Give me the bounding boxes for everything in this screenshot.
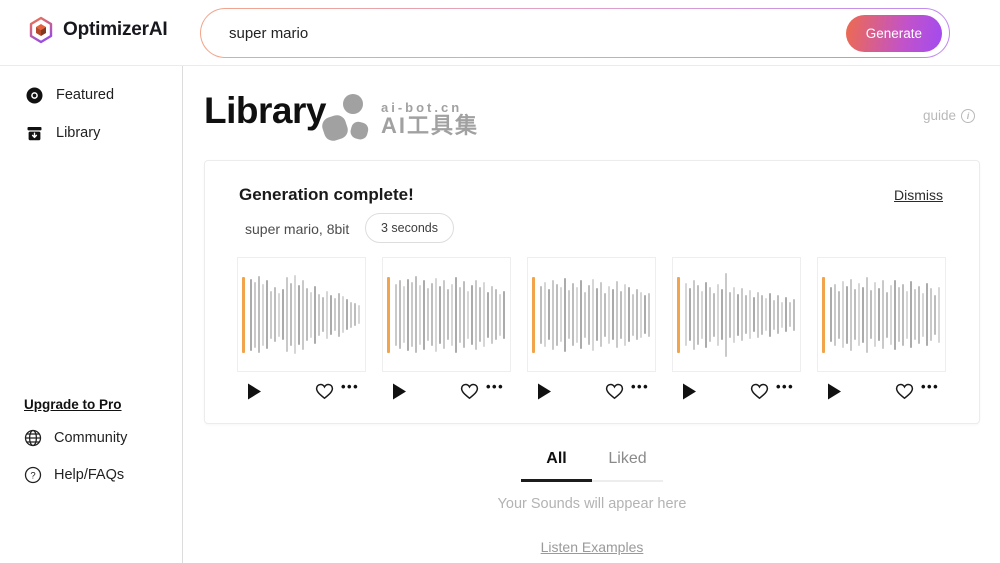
heart-icon[interactable] [315,383,334,400]
generate-button[interactable]: Generate [846,15,942,52]
more-button[interactable]: ••• [631,379,649,394]
prompt-input[interactable] [201,25,949,42]
track: ••• [237,257,366,408]
track-controls: ••• [237,378,366,408]
waveform-tile[interactable] [237,257,366,372]
disc-icon [26,87,43,104]
track: ••• [817,257,946,408]
upgrade-to-pro-link[interactable]: Upgrade to Pro [24,397,183,412]
sidebar-item-label: Featured [56,87,114,103]
sidebar-item-label: Community [54,430,127,446]
brand-name: OptimizerAI [63,19,167,41]
watermark: ai-bot.cn AI工具集 [319,94,479,144]
track: ••• [527,257,656,408]
tab-liked[interactable]: Liked [592,440,663,480]
sidebar-footer: Upgrade to Pro Community ? Help/FAQs [0,397,183,486]
track: ••• [672,257,801,408]
waveform-bars [395,258,506,371]
waveform-tile[interactable] [817,257,946,372]
generation-prompt: super mario, 8bit [245,221,349,237]
top-header: OptimizerAI Generate [0,0,1000,66]
library-section: All Liked Your Sounds will appear here L… [184,440,1000,557]
playhead [387,277,390,353]
play-button[interactable] [682,383,697,400]
watermark-title: AI工具集 [381,114,479,137]
more-button[interactable]: ••• [341,379,359,394]
svg-text:?: ? [30,471,35,482]
waveform-tile[interactable] [672,257,801,372]
play-button[interactable] [247,383,262,400]
hexagon-logo-icon [28,16,54,44]
guide-label: guide [923,108,956,123]
track-controls: ••• [817,378,946,408]
guide-link[interactable]: guide i [923,108,975,123]
playhead [532,277,535,353]
globe-icon [24,429,42,447]
tracks-row: ••• ••• [237,257,946,408]
generation-card: Generation complete! Dismiss super mario… [204,160,980,424]
track-controls: ••• [527,378,656,408]
page-title: Library [204,90,326,132]
sidebar-item-community[interactable]: Community [0,427,183,449]
playhead [677,277,680,353]
more-button[interactable]: ••• [921,379,939,394]
playhead [242,277,245,353]
heart-icon[interactable] [750,383,769,400]
more-button[interactable]: ••• [486,379,504,394]
playhead [822,277,825,353]
listen-examples-link[interactable]: Listen Examples [541,539,644,555]
play-button[interactable] [827,383,842,400]
heart-icon[interactable] [460,383,479,400]
track: ••• [382,257,511,408]
waveform-bars [685,258,796,371]
empty-state-message: Your Sounds will appear here [184,496,1000,512]
sidebar-item-help[interactable]: ? Help/FAQs [0,464,183,486]
sidebar-item-featured[interactable]: Featured [0,85,182,105]
watermark-domain: ai-bot.cn [381,101,479,115]
play-button[interactable] [392,383,407,400]
duration-badge: 3 seconds [365,213,454,243]
waveform-bars [250,258,361,371]
waveform-tile[interactable] [382,257,511,372]
main-content: Library ai-bot.cn AI工具集 guide i Generati… [184,66,1000,563]
watermark-logo-icon [319,94,371,144]
generation-card-title: Generation complete! [239,185,414,205]
sidebar-item-library[interactable]: Library [0,123,182,143]
waveform-bars [830,258,941,371]
archive-icon [26,125,43,142]
prompt-bar: Generate [200,8,950,58]
sidebar-item-label: Library [56,125,100,141]
track-controls: ••• [382,378,511,408]
sidebar-item-label: Help/FAQs [54,467,124,483]
tab-all[interactable]: All [521,440,592,482]
brand-logo[interactable]: OptimizerAI [28,16,167,44]
info-icon: i [961,109,975,123]
play-button[interactable] [537,383,552,400]
dismiss-button[interactable]: Dismiss [894,187,943,203]
waveform-tile[interactable] [527,257,656,372]
heart-icon[interactable] [605,383,624,400]
heart-icon[interactable] [895,383,914,400]
track-controls: ••• [672,378,801,408]
waveform-bars [540,258,651,371]
tabs: All Liked [521,440,663,482]
more-button[interactable]: ••• [776,379,794,394]
help-icon: ? [24,466,42,484]
sidebar: Featured Library Upgrade to Pro Communit… [0,66,183,563]
